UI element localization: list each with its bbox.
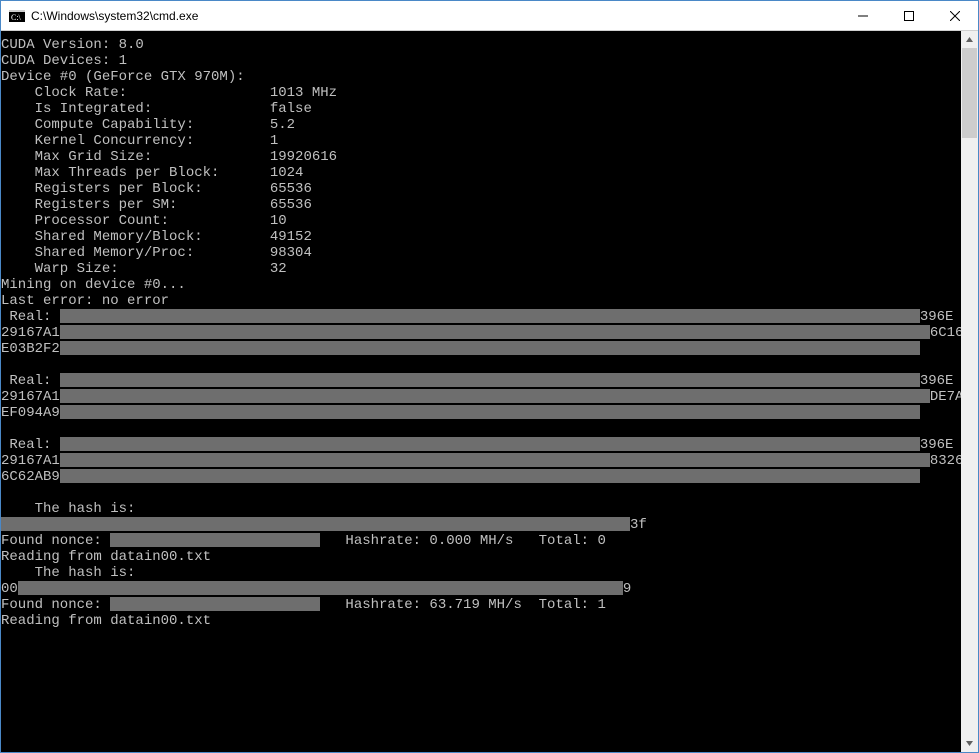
window-title: C:\Windows\system32\cmd.exe [31, 9, 840, 23]
minimize-button[interactable] [840, 1, 886, 30]
window-controls [840, 1, 978, 30]
client-area: CUDA Version: 8.0CUDA Devices: 1Device #… [1, 31, 978, 752]
scroll-down-button[interactable] [961, 735, 978, 752]
terminal[interactable]: CUDA Version: 8.0CUDA Devices: 1Device #… [1, 31, 961, 752]
svg-text:C:\: C:\ [11, 13, 22, 22]
scroll-thumb[interactable] [962, 48, 977, 138]
vertical-scrollbar[interactable] [961, 31, 978, 752]
cmd-icon: C:\ [9, 8, 25, 24]
maximize-button[interactable] [886, 1, 932, 30]
scroll-up-button[interactable] [961, 31, 978, 48]
scroll-track[interactable] [961, 48, 978, 735]
window-frame: C:\ C:\Windows\system32\cmd.exe CUDA Ver… [0, 0, 979, 753]
titlebar[interactable]: C:\ C:\Windows\system32\cmd.exe [1, 1, 978, 31]
terminal-output: CUDA Version: 8.0CUDA Devices: 1Device #… [1, 31, 961, 629]
close-button[interactable] [932, 1, 978, 30]
